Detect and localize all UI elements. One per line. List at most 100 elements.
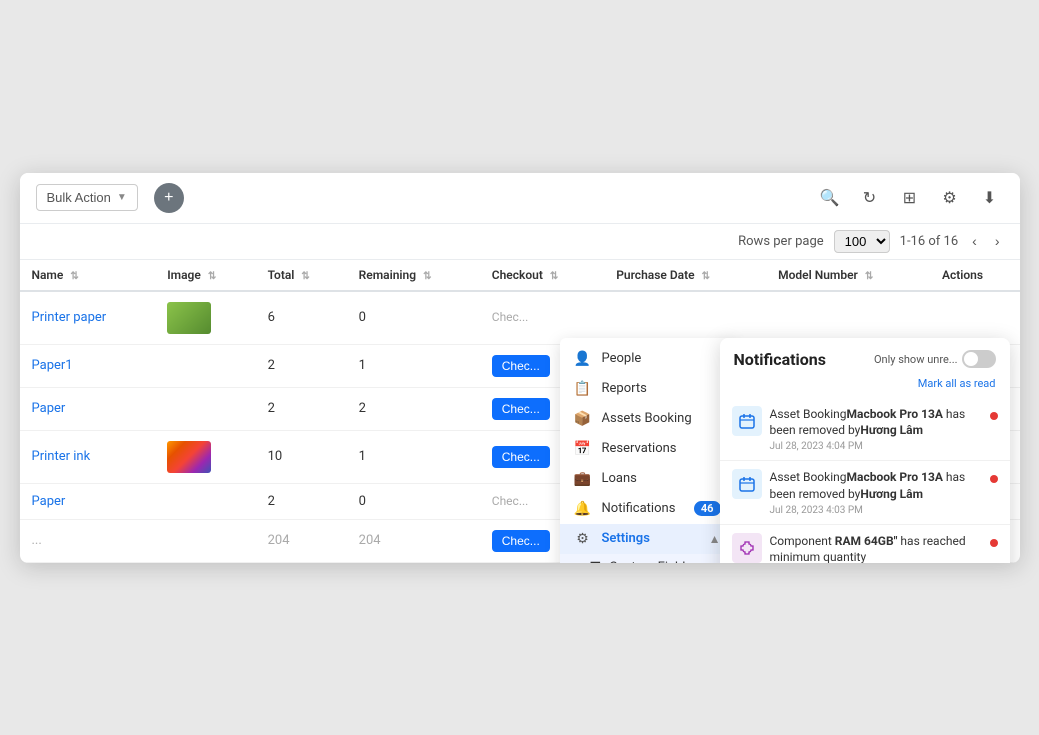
total-value: 10 (256, 430, 347, 483)
settings-icon: ⚙ (942, 188, 956, 208)
table-header-row: Name ⇅ Image ⇅ Total ⇅ Remaining ⇅ (20, 260, 1020, 291)
notif-time: Jul 28, 2023 4:04 PM (770, 441, 982, 452)
custom-fields-label: Custom Fields (609, 560, 692, 563)
notif-puzzle-icon (732, 533, 762, 563)
nav-menu: 👤 People 📋 Reports 📦 Assets Booking 📅 Re… (560, 338, 735, 563)
pagination-prev-button[interactable]: ‹ (968, 231, 981, 251)
pagination-row: Rows per page 100 25 50 1-16 of 16 ‹ › (20, 224, 1020, 260)
checkout-value: Chec... (492, 494, 529, 508)
top-right-icons: 🔍 ↻ ⊞ ⚙ ⬇ (816, 184, 1004, 212)
sort-purchase-icon[interactable]: ⇅ (702, 271, 710, 282)
bulk-action-button[interactable]: Bulk Action ▼ (36, 184, 138, 211)
col-total: Total ⇅ (256, 260, 347, 291)
checkout-button[interactable]: Chec... (492, 446, 550, 468)
sort-total-icon[interactable]: ⇅ (301, 271, 309, 282)
total-value: 204 (256, 519, 347, 562)
col-model-number: Model Number ⇅ (766, 260, 930, 291)
remaining-value: 0 (347, 483, 480, 519)
asset-image (155, 387, 255, 430)
refresh-button[interactable]: ↻ (856, 184, 884, 212)
add-button[interactable]: + (154, 183, 184, 213)
total-value: 2 (256, 344, 347, 387)
notif-calendar-icon (732, 406, 762, 436)
notifications-title: Notifications (734, 350, 827, 369)
sidebar-item-people[interactable]: 👤 People (560, 344, 735, 374)
col-actions: Actions (930, 260, 1020, 291)
col-remaining: Remaining ⇅ (347, 260, 480, 291)
submenu-item-custom-fields[interactable]: ☰ Custom Fields (560, 554, 735, 563)
loans-icon: 💼 (574, 471, 592, 487)
asset-image (167, 441, 211, 473)
mark-all-read-button[interactable]: Mark all as read (720, 375, 1010, 398)
checkout-value: Chec... (492, 310, 529, 324)
notif-text: Asset BookingMacbook Pro 13A has been re… (770, 469, 982, 503)
remaining-value: 204 (347, 519, 480, 562)
unread-dot (990, 412, 998, 420)
checkout-button[interactable]: Chec... (492, 398, 550, 420)
sidebar-item-loans[interactable]: 💼 Loans (560, 464, 735, 494)
sidebar-item-settings[interactable]: ⚙ Settings ▲ (560, 524, 735, 554)
dropdown-arrow-icon: ▼ (117, 192, 127, 203)
grid-icon: ⊞ (903, 188, 916, 208)
notification-item[interactable]: Component RAM 64GB" has reached minimum … (720, 525, 1010, 563)
assets-booking-label: Assets Booking (602, 411, 692, 426)
bulk-action-label: Bulk Action (47, 190, 111, 205)
grid-button[interactable]: ⊞ (896, 184, 924, 212)
reports-icon: 📋 (574, 381, 592, 397)
asset-image (167, 302, 211, 334)
download-button[interactable]: ⬇ (976, 184, 1004, 212)
checkout-button[interactable]: Chec... (492, 355, 550, 377)
asset-name-link[interactable]: Paper (32, 494, 66, 509)
asset-name-link[interactable]: Paper1 (32, 358, 73, 373)
main-window: Bulk Action ▼ + 🔍 ↻ ⊞ ⚙ ⬇ (20, 173, 1020, 563)
people-icon: 👤 (574, 351, 592, 367)
notification-item[interactable]: Asset BookingMacbook Pro 13A has been re… (720, 398, 1010, 462)
asset-name: ... (20, 519, 156, 562)
rows-per-page-select[interactable]: 100 25 50 (834, 230, 890, 253)
col-checkout: Checkout ⇅ (480, 260, 604, 291)
notifications-badge: 46 (694, 501, 721, 516)
sidebar-item-notifications[interactable]: 🔔 Notifications 46 (560, 494, 735, 524)
sort-remaining-icon[interactable]: ⇅ (423, 271, 431, 282)
sort-name-icon[interactable]: ⇅ (70, 271, 78, 282)
download-icon: ⬇ (983, 188, 996, 208)
notification-item[interactable]: Asset BookingMacbook Pro 13A has been re… (720, 461, 1010, 525)
sidebar-item-reports[interactable]: 📋 Reports (560, 374, 735, 404)
pagination-next-button[interactable]: › (991, 231, 1004, 251)
asset-image (155, 483, 255, 519)
notifications-toggle: Only show unre... (874, 350, 996, 368)
search-button[interactable]: 🔍 (816, 184, 844, 212)
chevron-up-icon: ▲ (709, 532, 721, 546)
purchase-date (604, 291, 766, 345)
sidebar-item-assets-booking[interactable]: 📦 Assets Booking (560, 404, 735, 434)
asset-name-link[interactable]: Printer paper (32, 310, 107, 325)
prev-icon: ‹ (972, 233, 977, 249)
unread-dot (990, 475, 998, 483)
sort-checkout-icon[interactable]: ⇅ (550, 271, 558, 282)
remaining-value: 1 (347, 344, 480, 387)
total-value: 6 (256, 291, 347, 345)
col-name: Name ⇅ (20, 260, 156, 291)
asset-name-link[interactable]: Printer ink (32, 449, 91, 464)
sidebar-item-reservations[interactable]: 📅 Reservations (560, 434, 735, 464)
notif-content: Asset BookingMacbook Pro 13A has been re… (770, 406, 982, 453)
sort-model-icon[interactable]: ⇅ (865, 271, 873, 282)
remaining-value: 2 (347, 387, 480, 430)
loans-label: Loans (602, 471, 637, 486)
refresh-icon: ↻ (863, 188, 876, 208)
sort-image-icon[interactable]: ⇅ (208, 271, 216, 282)
notif-text: Component RAM 64GB" has reached minimum … (770, 533, 982, 563)
reservations-label: Reservations (602, 441, 677, 456)
notifications-label: Notifications (602, 501, 676, 516)
notifications-list: Asset BookingMacbook Pro 13A has been re… (720, 398, 1010, 563)
people-label: People (602, 351, 642, 366)
search-icon: 🔍 (820, 188, 840, 208)
reports-label: Reports (602, 381, 647, 396)
toggle-switch[interactable] (962, 350, 996, 368)
checkout-button[interactable]: Chec... (492, 530, 550, 552)
asset-name-link[interactable]: Paper (32, 401, 66, 416)
add-icon: + (164, 189, 173, 207)
settings-button[interactable]: ⚙ (936, 184, 964, 212)
remaining-value: 0 (347, 291, 480, 345)
col-image: Image ⇅ (155, 260, 255, 291)
